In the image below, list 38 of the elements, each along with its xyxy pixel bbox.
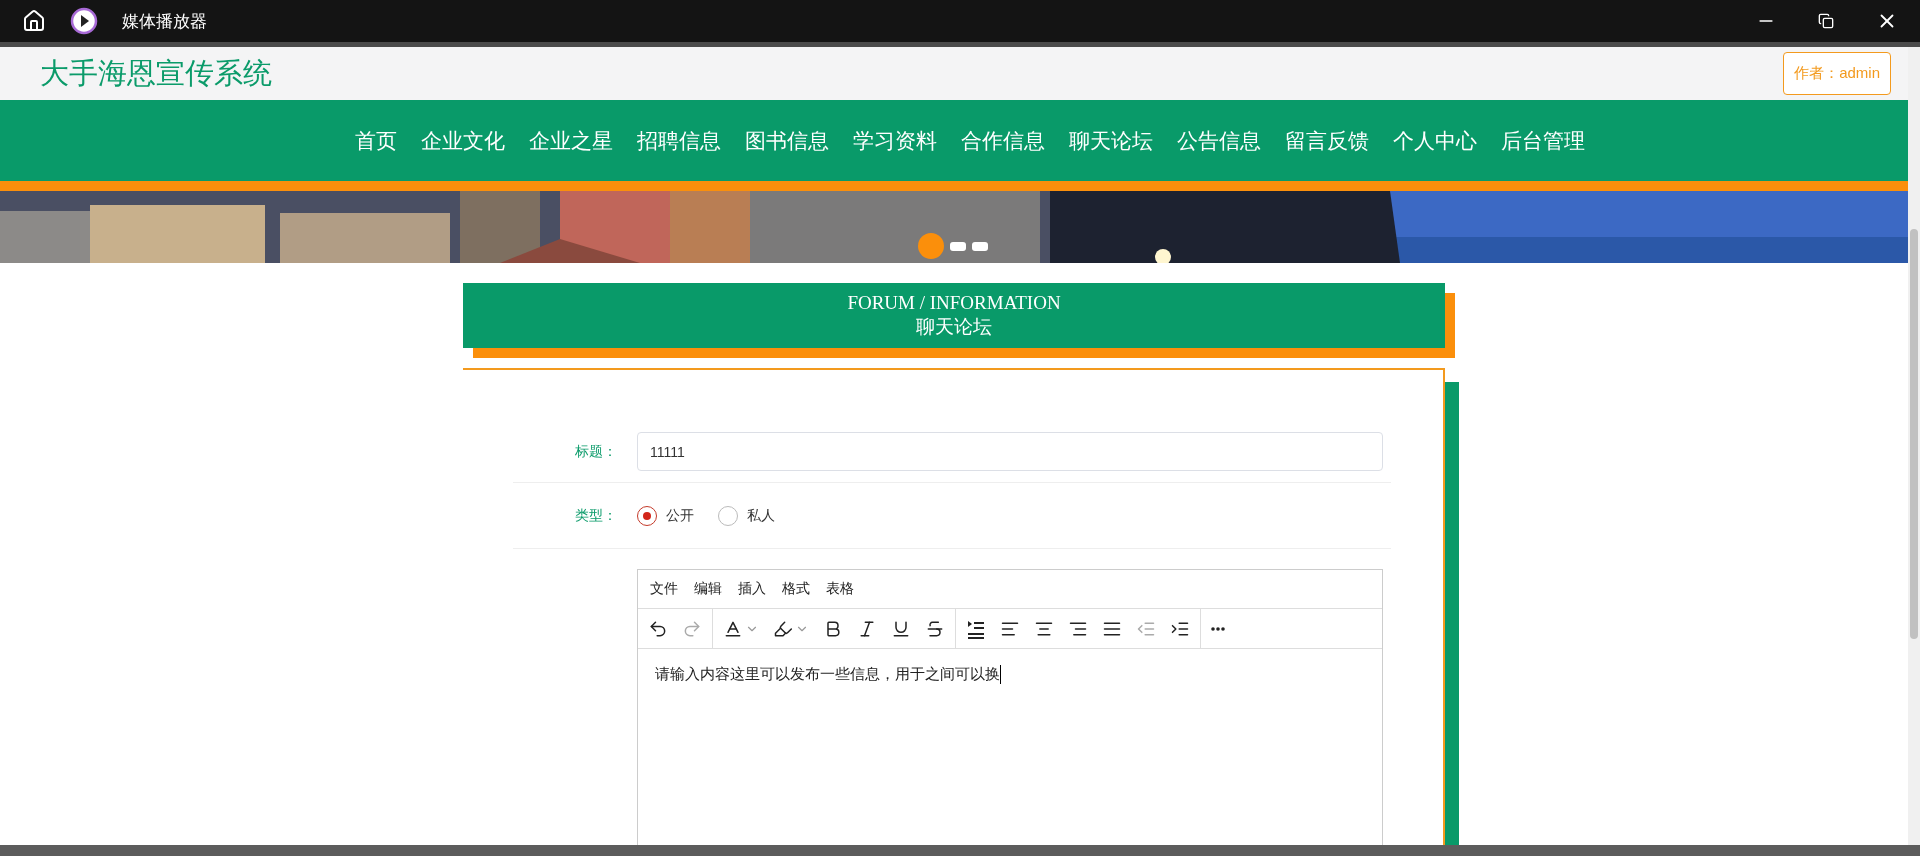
menu-item[interactable]: 文件 bbox=[650, 580, 678, 598]
menu-item[interactable]: 格式 bbox=[782, 580, 810, 598]
radio-label: 公开 bbox=[666, 506, 694, 525]
nav-link[interactable]: 留言反馈 bbox=[1285, 126, 1369, 155]
section-title-english: FORUM / INFORMATION bbox=[847, 291, 1061, 314]
nav-link[interactable]: 公告信息 bbox=[1177, 126, 1261, 155]
nav-link[interactable]: 合作信息 bbox=[961, 126, 1045, 155]
nav-link[interactable]: 企业文化 bbox=[421, 126, 505, 155]
nav-link[interactable]: 招聘信息 bbox=[637, 126, 721, 155]
field-label: 标题： bbox=[574, 442, 618, 461]
window-title: 媒体播放器 bbox=[122, 10, 207, 33]
slide-indicator[interactable] bbox=[950, 241, 966, 251]
more-icon bbox=[1211, 626, 1225, 631]
author-badge: 作者：admin bbox=[1783, 52, 1891, 95]
nav-link[interactable]: 首页 bbox=[355, 126, 397, 155]
nav-link[interactable]: 后台管理 bbox=[1501, 126, 1585, 155]
radio-label: 私人 bbox=[747, 506, 775, 525]
nav-link[interactable]: 图书信息 bbox=[745, 126, 829, 155]
editor-text[interactable]: 请输入内容这里可以发布一些信息，用于之间可以换 bbox=[655, 665, 1000, 684]
scrollbar[interactable] bbox=[1908, 47, 1920, 845]
line-spacing-icon bbox=[966, 618, 986, 639]
slide-indicator[interactable] bbox=[972, 241, 988, 251]
nav-link[interactable]: 个人中心 bbox=[1393, 126, 1477, 155]
menu-item[interactable]: 编辑 bbox=[694, 580, 722, 598]
nav-link[interactable]: 企业之星 bbox=[529, 126, 613, 155]
nav-link[interactable]: 学习资料 bbox=[853, 126, 937, 155]
text-cursor bbox=[1000, 665, 1001, 684]
scrollbar-thumb[interactable] bbox=[1910, 229, 1918, 639]
home-icon[interactable] bbox=[22, 9, 46, 33]
site-title: 大手海恩宣传系统 bbox=[40, 55, 272, 91]
title-input[interactable]: 11111 bbox=[637, 432, 1383, 471]
section-title: 聊天论坛 bbox=[916, 314, 992, 339]
nav-link[interactable]: 聊天论坛 bbox=[1069, 126, 1153, 155]
restore-icon[interactable] bbox=[1818, 13, 1834, 29]
menu-item[interactable]: 表格 bbox=[826, 580, 854, 598]
menu-item[interactable]: 插入 bbox=[738, 580, 766, 598]
field-label: 类型： bbox=[574, 506, 618, 525]
play-icon bbox=[70, 7, 98, 35]
